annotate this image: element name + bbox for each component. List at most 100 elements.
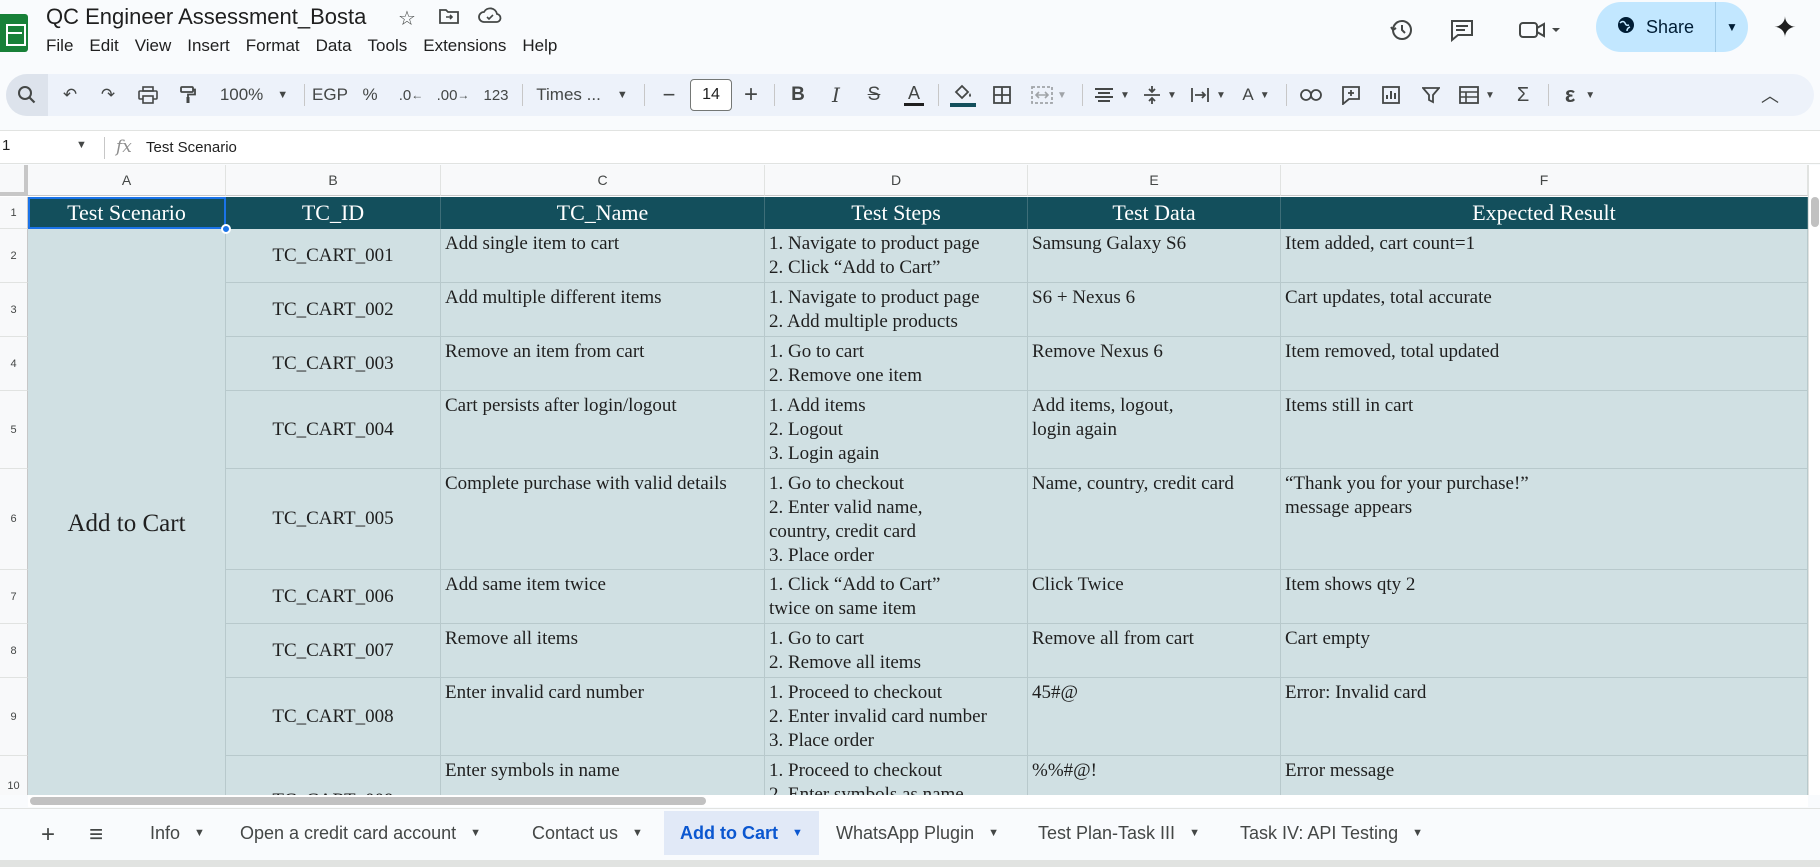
document-title[interactable]: QC Engineer Assessment_Bosta <box>46 4 366 30</box>
tc-id-cell[interactable]: TC_CART_005 <box>226 469 441 570</box>
text-color-icon[interactable]: A <box>898 74 930 116</box>
test-steps-cell[interactable]: 1. Proceed to checkout 2. Enter symbols … <box>765 756 1028 795</box>
tc-name-cell[interactable]: Cart persists after login/logout <box>441 391 765 469</box>
column-header-e[interactable]: E <box>1028 165 1281 196</box>
sheet-tab-test-plan[interactable]: Test Plan-Task III ▼ <box>1022 811 1216 855</box>
text-wrapping-icon[interactable]: ▼ <box>1186 74 1230 116</box>
decrease-font-size-button[interactable]: − <box>654 74 684 116</box>
tc-name-cell[interactable]: Add single item to cart <box>441 229 765 283</box>
tc-id-cell[interactable]: TC_CART_001 <box>226 229 441 283</box>
move-folder-icon[interactable] <box>438 6 460 32</box>
menu-extensions[interactable]: Extensions <box>423 36 514 56</box>
fill-color-icon[interactable] <box>946 74 980 116</box>
menu-edit[interactable]: Edit <box>89 36 126 56</box>
sheet-tab-api-testing[interactable]: Task IV: API Testing ▼ <box>1224 811 1439 855</box>
filter-icon[interactable] <box>1414 74 1448 116</box>
horizontal-scroll-thumb[interactable] <box>30 797 706 805</box>
tc-id-cell[interactable]: TC_CART_002 <box>226 283 441 337</box>
tc-id-cell[interactable]: TC_CART_009 <box>226 756 441 795</box>
row-header-7[interactable]: 7 <box>0 570 28 624</box>
test-steps-cell[interactable]: 1. Go to cart 2. Remove one item <box>765 337 1028 391</box>
italic-icon[interactable]: I <box>820 74 852 116</box>
redo-icon[interactable]: ↷ <box>92 74 124 116</box>
tc-name-cell[interactable]: Enter invalid card number <box>441 678 765 756</box>
menu-file[interactable]: File <box>46 36 81 56</box>
row-header-4[interactable]: 4 <box>0 337 28 391</box>
filter-views-icon[interactable]: ▼ <box>1454 74 1500 116</box>
row-header-9[interactable]: 9 <box>0 678 28 756</box>
collapse-menus-icon[interactable]: ︿ <box>1750 74 1790 116</box>
test-data-cell[interactable]: Remove Nexus 6 <box>1028 337 1281 391</box>
search-menus-icon[interactable] <box>6 74 48 116</box>
tc-name-cell[interactable]: Add multiple different items <box>441 283 765 337</box>
print-icon[interactable] <box>132 74 164 116</box>
merge-cells-icon[interactable]: ▼ <box>1024 74 1074 116</box>
zoom-select[interactable]: 100% ▼ <box>212 74 296 116</box>
bold-icon[interactable]: B <box>782 74 814 116</box>
expected-result-cell[interactable]: Error: Invalid card <box>1281 678 1808 756</box>
menu-help[interactable]: Help <box>522 36 565 56</box>
percent-format-button[interactable]: % <box>356 74 384 116</box>
test-data-cell[interactable]: S6 + Nexus 6 <box>1028 283 1281 337</box>
test-steps-cell[interactable]: 1. Navigate to product page 2. Add multi… <box>765 283 1028 337</box>
column-header-d[interactable]: D <box>765 165 1028 196</box>
expected-result-cell[interactable]: Error message <box>1281 756 1808 795</box>
expected-result-cell[interactable]: Item shows qty 2 <box>1281 570 1808 624</box>
expected-result-cell[interactable]: Item removed, total updated <box>1281 337 1808 391</box>
header-test-scenario[interactable]: Test Scenario <box>28 197 226 229</box>
row-header-6[interactable]: 6 <box>0 469 28 570</box>
gemini-sparkle-icon[interactable]: ✦ <box>1768 10 1802 44</box>
header-test-data[interactable]: Test Data <box>1028 197 1281 229</box>
cloud-saved-icon[interactable] <box>478 6 502 32</box>
tc-name-cell[interactable]: Enter symbols in name <box>441 756 765 795</box>
star-icon[interactable]: ☆ <box>398 6 416 31</box>
spreadsheet-grid[interactable]: A B C D E F 1 2 3 4 5 6 7 8 9 10 Test Sc… <box>0 165 1808 795</box>
sheet-tab-info[interactable]: Info ▼ <box>134 811 221 855</box>
sheet-tab-open-credit-card[interactable]: Open a credit card account ▼ <box>224 811 497 855</box>
tc-name-cell[interactable]: Remove all items <box>441 624 765 678</box>
test-steps-cell[interactable]: 1. Click “Add to Cart” twice on same ite… <box>765 570 1028 624</box>
input-tools-icon[interactable]: ε ▼ <box>1556 74 1604 116</box>
horizontal-scrollbar[interactable] <box>28 795 1808 807</box>
vertical-scrollbar[interactable] <box>1808 165 1820 795</box>
row-header-8[interactable]: 8 <box>0 624 28 678</box>
expected-result-cell[interactable]: Cart updates, total accurate <box>1281 283 1808 337</box>
test-data-cell[interactable]: %%#@! <box>1028 756 1281 795</box>
row-header-5[interactable]: 5 <box>0 391 28 469</box>
increase-decimal-button[interactable]: .00 → <box>434 74 472 116</box>
sheet-tab-add-to-cart[interactable]: Add to Cart ▼ <box>664 811 819 855</box>
strikethrough-icon[interactable]: S <box>858 74 890 116</box>
expected-result-cell[interactable]: Cart empty <box>1281 624 1808 678</box>
more-formats-button[interactable]: 123 <box>478 74 514 116</box>
insert-comment-icon[interactable] <box>1334 74 1368 116</box>
insert-link-icon[interactable] <box>1294 74 1328 116</box>
header-test-steps[interactable]: Test Steps <box>765 197 1028 229</box>
header-expected-result[interactable]: Expected Result <box>1281 197 1808 229</box>
test-data-cell[interactable]: Name, country, credit card <box>1028 469 1281 570</box>
increase-font-size-button[interactable]: + <box>736 74 766 116</box>
meet-video-icon[interactable] <box>1516 12 1566 48</box>
expected-result-cell[interactable]: Items still in cart <box>1281 391 1808 469</box>
header-tc-name[interactable]: TC_Name <box>441 197 765 229</box>
formula-input[interactable]: Test Scenario <box>146 139 237 156</box>
row-header-2[interactable]: 2 <box>0 229 28 283</box>
sheet-tab-whatsapp-plugin[interactable]: WhatsApp Plugin ▼ <box>820 811 1015 855</box>
borders-icon[interactable] <box>986 74 1018 116</box>
decrease-decimal-button[interactable]: .0 ← <box>394 74 428 116</box>
tc-id-cell[interactable]: TC_CART_008 <box>226 678 441 756</box>
vertical-scroll-thumb[interactable] <box>1811 197 1819 227</box>
column-header-c[interactable]: C <box>441 165 765 196</box>
column-header-f[interactable]: F <box>1281 165 1808 196</box>
text-rotation-icon[interactable]: A ▼ <box>1234 74 1278 116</box>
menu-tools[interactable]: Tools <box>368 36 416 56</box>
select-all-corner[interactable] <box>0 165 28 196</box>
selection-fill-handle[interactable] <box>221 224 231 234</box>
all-sheets-menu-icon[interactable]: ≡ <box>78 817 114 853</box>
paint-format-icon[interactable] <box>172 74 204 116</box>
test-data-cell[interactable]: Add items, logout, login again <box>1028 391 1281 469</box>
expected-result-cell[interactable]: Item added, cart count=1 <box>1281 229 1808 283</box>
column-header-a[interactable]: A <box>28 165 226 196</box>
tc-name-cell[interactable]: Complete purchase with valid details <box>441 469 765 570</box>
vertical-align-icon[interactable]: ▼ <box>1138 74 1182 116</box>
version-history-icon[interactable] <box>1384 12 1420 48</box>
